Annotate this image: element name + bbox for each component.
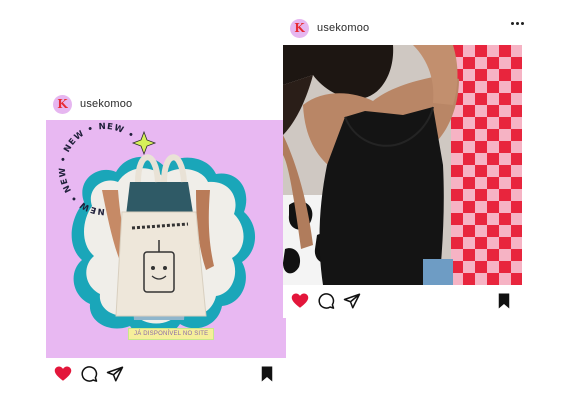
bookmark-icon[interactable] [258,365,276,383]
post-header: K usekomoo [46,86,294,122]
avatar[interactable]: K [290,18,309,38]
comment-icon[interactable] [80,365,98,383]
post-header: K usekomoo [283,10,532,46]
comment-icon[interactable] [317,292,335,310]
post-card-tote: K usekomoo NEW • NEW • NEW • NEW • JÁ DI… [46,86,294,391]
share-icon[interactable] [106,365,124,383]
post-image-tote[interactable]: NEW • NEW • NEW • NEW • JÁ DISPONÍVEL NO… [46,120,286,358]
caption-tag: JÁ DISPONÍVEL NO SITE [128,328,215,340]
new-ring-text: NEW • NEW • NEW • NEW • [58,122,136,216]
bookmark-icon[interactable] [495,292,513,310]
avatar[interactable]: K [53,94,72,114]
username[interactable]: usekomoo [80,98,132,110]
more-icon[interactable] [511,22,524,25]
post-image-top[interactable] [283,45,522,285]
share-icon[interactable] [343,292,361,310]
black-top-photo [283,45,522,285]
svg-text:NEW • NEW • NEW • NEW •: NEW • NEW • NEW • NEW • [58,122,136,216]
heart-icon[interactable] [291,292,309,310]
post-actions [283,292,532,316]
post-actions [46,365,294,389]
heart-icon[interactable] [54,365,72,383]
post-card-top: K usekomoo [283,6,532,318]
username[interactable]: usekomoo [317,22,369,34]
